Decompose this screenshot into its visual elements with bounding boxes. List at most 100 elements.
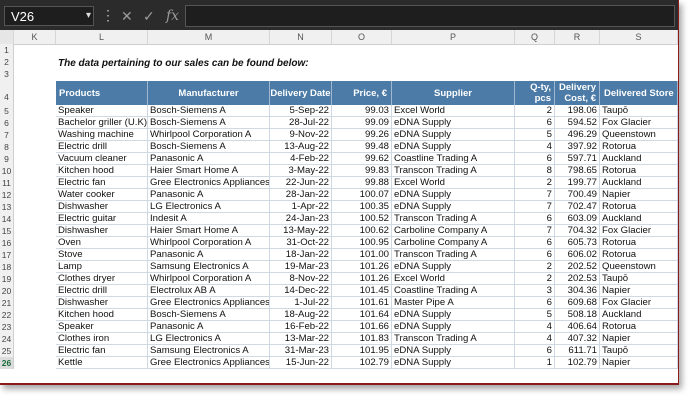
cell-delivery-cost[interactable]: 603.09 <box>555 213 600 225</box>
name-box[interactable]: V26 <box>4 6 94 26</box>
cell-price[interactable]: 101.66 <box>332 321 392 333</box>
row-header[interactable]: 7 <box>0 129 14 141</box>
cell-delivery-cost[interactable]: 102.79 <box>555 357 600 369</box>
table-row[interactable]: Electric guitar Indesit A 24-Jan-23 100.52 T… <box>56 213 678 225</box>
row-header[interactable]: 24 <box>0 333 14 345</box>
table-row[interactable]: Dishwasher Gree Electronics Appliances A1… <box>56 297 678 309</box>
cell-price[interactable]: 101.83 <box>332 333 392 345</box>
cell-manufacturer[interactable]: Bosch-Siemens A <box>148 105 270 117</box>
cell-delivery-cost[interactable]: 202.53 <box>555 273 600 285</box>
row-header[interactable]: 20 <box>0 285 14 297</box>
cell-manufacturer[interactable]: Panasonic A <box>148 249 270 261</box>
cell-delivered-store[interactable]: Napier <box>600 357 678 369</box>
header-supplier[interactable]: Supplier <box>392 81 515 105</box>
cell-supplier[interactable]: eDNA Supply <box>392 357 515 369</box>
cell-product[interactable]: Electric drill <box>56 141 148 153</box>
cell-product[interactable]: Clothes iron <box>56 333 148 345</box>
cell-delivery-cost[interactable]: 407.32 <box>555 333 600 345</box>
cell-supplier[interactable]: Excel World <box>392 273 515 285</box>
cell-delivery-cost[interactable]: 397.92 <box>555 141 600 153</box>
cell-delivery-cost[interactable]: 700.49 <box>555 189 600 201</box>
cell-delivery-date[interactable]: 9-Nov-22 <box>270 129 332 141</box>
insert-function-icon[interactable]: fx <box>166 6 179 26</box>
cell-product[interactable]: Washing machine <box>56 129 148 141</box>
cell-delivery-cost[interactable]: 798.65 <box>555 165 600 177</box>
row-header[interactable]: 13 <box>0 201 14 213</box>
table-row[interactable]: Washing machine Whirlpool Corporation A 9-… <box>56 129 678 141</box>
cell-delivery-date[interactable]: 28-Jul-22 <box>270 117 332 129</box>
cell-product[interactable]: Dishwasher <box>56 297 148 309</box>
table-row[interactable]: Clothes dryer Whirlpool Corporation A 8-No… <box>56 273 678 285</box>
chevron-down-icon[interactable]: ▾ <box>86 10 91 21</box>
table-row[interactable]: Dishwasher LG Electronics A 1-Apr-22 100.35… <box>56 201 678 213</box>
header-products[interactable]: Products <box>56 81 148 105</box>
cell-delivery-cost[interactable]: 496.29 <box>555 129 600 141</box>
cell-manufacturer[interactable]: Gree Electronics Appliances A <box>148 297 270 309</box>
column-header-s[interactable]: S <box>600 30 678 44</box>
cell-delivered-store[interactable]: Rotorua <box>600 249 678 261</box>
cell-qty[interactable]: 2 <box>515 261 555 273</box>
cell-manufacturer[interactable]: Samsung Electronics A <box>148 345 270 357</box>
cell-manufacturer[interactable]: Panasonic A <box>148 189 270 201</box>
cell-qty[interactable]: 4 <box>515 333 555 345</box>
cell-product[interactable]: Kettle <box>56 357 148 369</box>
cell-supplier[interactable]: Coastline Trading A <box>392 285 515 297</box>
cell-qty[interactable]: 6 <box>515 249 555 261</box>
cell-manufacturer[interactable]: Whirlpool Corporation A <box>148 273 270 285</box>
cell-product[interactable]: Bachelor griller (U.K) <box>56 117 148 129</box>
table-row[interactable]: Kettle Gree Electronics Appliances A 15-Ju… <box>56 357 678 369</box>
cell-qty[interactable]: 7 <box>515 189 555 201</box>
cell-price[interactable]: 99.03 <box>332 105 392 117</box>
cell-qty[interactable]: 5 <box>515 129 555 141</box>
cell-supplier[interactable]: Transcon Trading A <box>392 213 515 225</box>
cell-delivery-cost[interactable]: 406.64 <box>555 321 600 333</box>
cell-delivered-store[interactable]: Taupō <box>600 273 678 285</box>
cell-manufacturer[interactable]: Indesit A <box>148 213 270 225</box>
cell-qty[interactable]: 7 <box>515 225 555 237</box>
cell-supplier[interactable]: eDNA Supply <box>392 321 515 333</box>
cell-qty[interactable]: 6 <box>515 117 555 129</box>
cell-price[interactable]: 99.88 <box>332 177 392 189</box>
cell-price[interactable]: 100.95 <box>332 237 392 249</box>
cell-manufacturer[interactable]: Bosch-Siemens A <box>148 309 270 321</box>
cell-price[interactable]: 99.62 <box>332 153 392 165</box>
row-header[interactable]: 21 <box>0 297 14 309</box>
cell-delivery-cost[interactable]: 609.68 <box>555 297 600 309</box>
table-row[interactable]: Clothes iron LG Electronics A 13-Mar-22 101… <box>56 333 678 345</box>
more-options-icon[interactable]: ⋮ <box>101 6 115 24</box>
cell-delivered-store[interactable]: Fox Glacier <box>600 117 678 129</box>
cell-price[interactable]: 100.35 <box>332 201 392 213</box>
cell-product[interactable]: Stove <box>56 249 148 261</box>
cell-delivered-store[interactable]: Rotorua <box>600 165 678 177</box>
cell-delivered-store[interactable]: Rotorua <box>600 321 678 333</box>
cell-delivery-date[interactable]: 1-Jul-22 <box>270 297 332 309</box>
cell-price[interactable]: 100.62 <box>332 225 392 237</box>
cell-qty[interactable]: 6 <box>515 345 555 357</box>
cell-supplier[interactable]: Transcon Trading A <box>392 165 515 177</box>
cell-product[interactable]: Lamp <box>56 261 148 273</box>
table-row[interactable]: Stove Panasonic A 18-Jan-22 101.00 Transcon … <box>56 249 678 261</box>
cell-supplier[interactable]: eDNA Supply <box>392 189 515 201</box>
cell-delivery-cost[interactable]: 605.73 <box>555 237 600 249</box>
cell-product[interactable]: Oven <box>56 237 148 249</box>
cell-qty[interactable]: 6 <box>515 297 555 309</box>
cell-product[interactable]: Electric drill <box>56 285 148 297</box>
cell-price[interactable]: 99.48 <box>332 141 392 153</box>
cell-delivered-store[interactable]: Rotorua <box>600 201 678 213</box>
cell-price[interactable]: 101.45 <box>332 285 392 297</box>
table-row[interactable]: Electric fan Gree Electronics Appliances … <box>56 177 678 189</box>
header-qty[interactable]: Q-ty, pcs <box>515 81 555 105</box>
cell-price[interactable]: 102.79 <box>332 357 392 369</box>
cell-product[interactable]: Clothes dryer <box>56 273 148 285</box>
row-header[interactable]: 8 <box>0 141 14 153</box>
cell-delivery-date[interactable]: 5-Sep-22 <box>270 105 332 117</box>
cell-delivered-store[interactable]: Auckland <box>600 177 678 189</box>
cell-qty[interactable]: 3 <box>515 285 555 297</box>
cell-delivery-date[interactable]: 14-Dec-22 <box>270 285 332 297</box>
table-row[interactable]: Lamp Samsung Electronics A 19-Mar-23 101.26… <box>56 261 678 273</box>
cell-delivered-store[interactable]: Taupō <box>600 105 678 117</box>
table-row[interactable]: Speaker Bosch-Siemens A 5-Sep-22 99.03 Excel… <box>56 105 678 117</box>
row-header[interactable]: 22 <box>0 309 14 321</box>
cell-price[interactable]: 100.52 <box>332 213 392 225</box>
row-header[interactable]: 19 <box>0 273 14 285</box>
